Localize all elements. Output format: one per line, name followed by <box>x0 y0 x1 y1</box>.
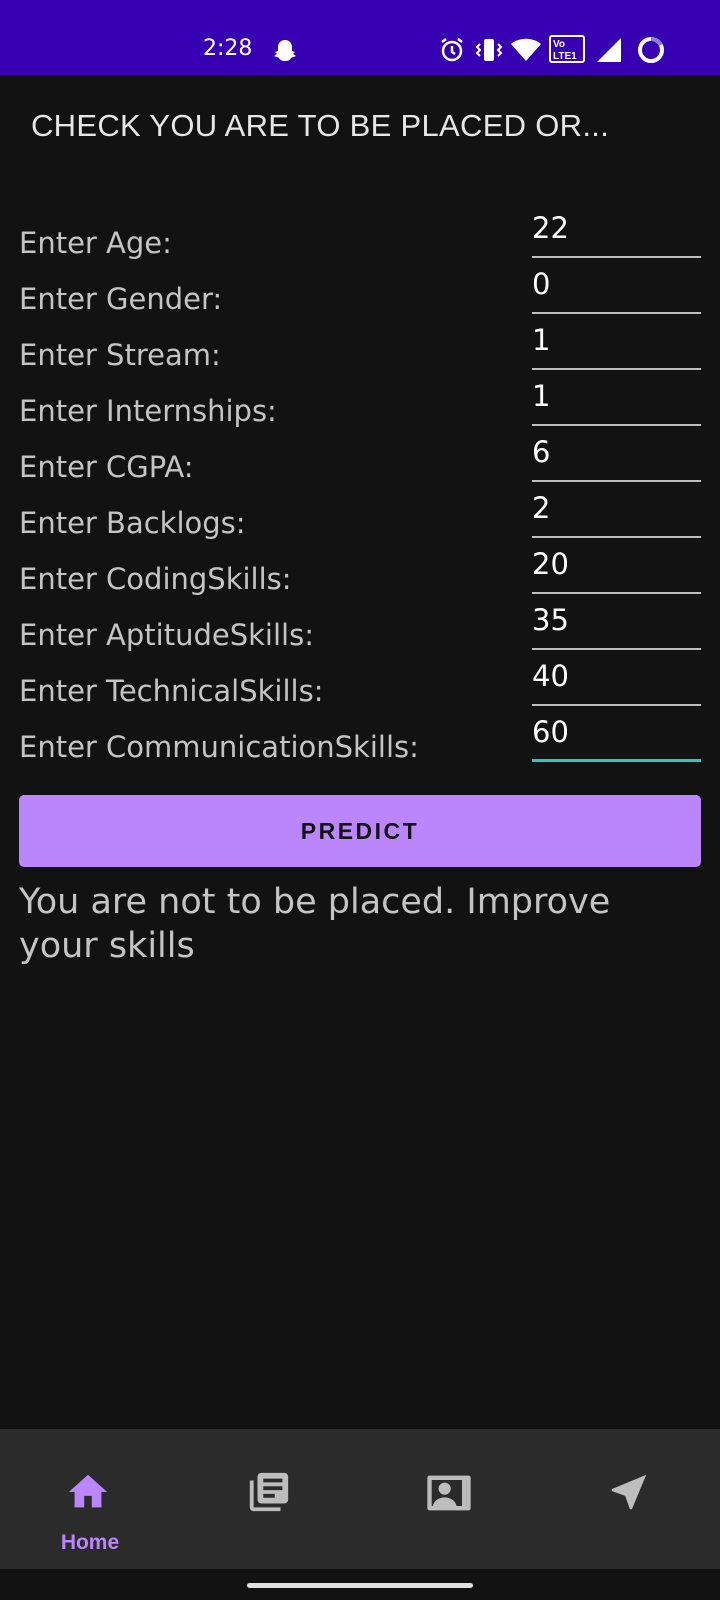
form-row-backlogs: Enter Backlogs: <box>0 486 720 542</box>
status-time: 2:28 <box>203 36 253 61</box>
volte-icon: Vo LTE1 <box>549 35 585 63</box>
alarm-icon <box>441 38 463 62</box>
form-row-communication-skills: Enter CommunicationSkills: <box>0 710 720 766</box>
aptitude-skills-input[interactable] <box>532 598 701 650</box>
nav-label-home: Home <box>60 1531 120 1554</box>
result-message: You are not to be placed. Improve your s… <box>19 882 611 966</box>
stream-input[interactable] <box>532 318 701 370</box>
stream-label: Enter Stream: <box>19 338 221 372</box>
cgpa-input[interactable] <box>532 430 701 482</box>
technical-skills-input[interactable] <box>532 654 701 706</box>
status-bar: 2:28 Vo LTE1 <box>0 0 720 75</box>
gender-label: Enter Gender: <box>19 282 223 316</box>
nav-item-library[interactable] <box>180 1429 360 1569</box>
predict-button[interactable]: PREDICT <box>19 795 701 867</box>
navigation-arrow-icon <box>611 1474 647 1510</box>
form-row-technical-skills: Enter TechnicalSkills: <box>0 654 720 710</box>
internships-label: Enter Internships: <box>19 394 277 428</box>
form-row-aptitude-skills: Enter AptitudeSkills: <box>0 598 720 654</box>
cgpa-label: Enter CGPA: <box>19 450 194 484</box>
coding-skills-input[interactable] <box>532 542 701 594</box>
svg-text:LTE1: LTE1 <box>553 51 577 62</box>
nav-item-contacts[interactable] <box>360 1429 540 1569</box>
communication-skills-label: Enter CommunicationSkills: <box>19 730 419 764</box>
technical-skills-label: Enter TechnicalSkills: <box>19 674 324 708</box>
bottom-navigation: Home <box>0 1429 720 1569</box>
form-row-age: Enter Age: <box>0 206 720 262</box>
library-books-icon <box>249 1472 289 1512</box>
communication-skills-input[interactable] <box>532 710 701 762</box>
gesture-handle[interactable] <box>247 1583 473 1588</box>
age-label: Enter Age: <box>19 226 172 260</box>
snapchat-icon <box>274 40 296 61</box>
placement-form: Enter Age: Enter Gender: Enter Stream: E… <box>0 206 720 766</box>
wifi-icon <box>511 38 541 61</box>
internships-input[interactable] <box>532 374 701 426</box>
backlogs-label: Enter Backlogs: <box>19 506 246 540</box>
age-input[interactable] <box>532 206 701 258</box>
form-row-stream: Enter Stream: <box>0 318 720 374</box>
home-icon <box>68 1474 108 1508</box>
coding-skills-label: Enter CodingSkills: <box>19 562 292 596</box>
app-title: CHECK YOU ARE TO BE PLACED OR... <box>31 108 610 143</box>
aptitude-skills-label: Enter AptitudeSkills: <box>19 618 314 652</box>
battery-icon <box>638 37 664 63</box>
gesture-area <box>0 1569 720 1600</box>
nav-item-navigate[interactable] <box>540 1429 720 1569</box>
svg-text:Vo: Vo <box>553 39 565 50</box>
nav-item-home[interactable]: Home <box>0 1429 180 1569</box>
form-row-internships: Enter Internships: <box>0 374 720 430</box>
contact-card-icon <box>427 1475 471 1511</box>
signal-icon <box>597 38 621 62</box>
backlogs-input[interactable] <box>532 486 701 538</box>
vibrate-icon <box>475 39 503 61</box>
gender-input[interactable] <box>532 262 701 314</box>
form-row-cgpa: Enter CGPA: <box>0 430 720 486</box>
form-row-coding-skills: Enter CodingSkills: <box>0 542 720 598</box>
form-row-gender: Enter Gender: <box>0 262 720 318</box>
